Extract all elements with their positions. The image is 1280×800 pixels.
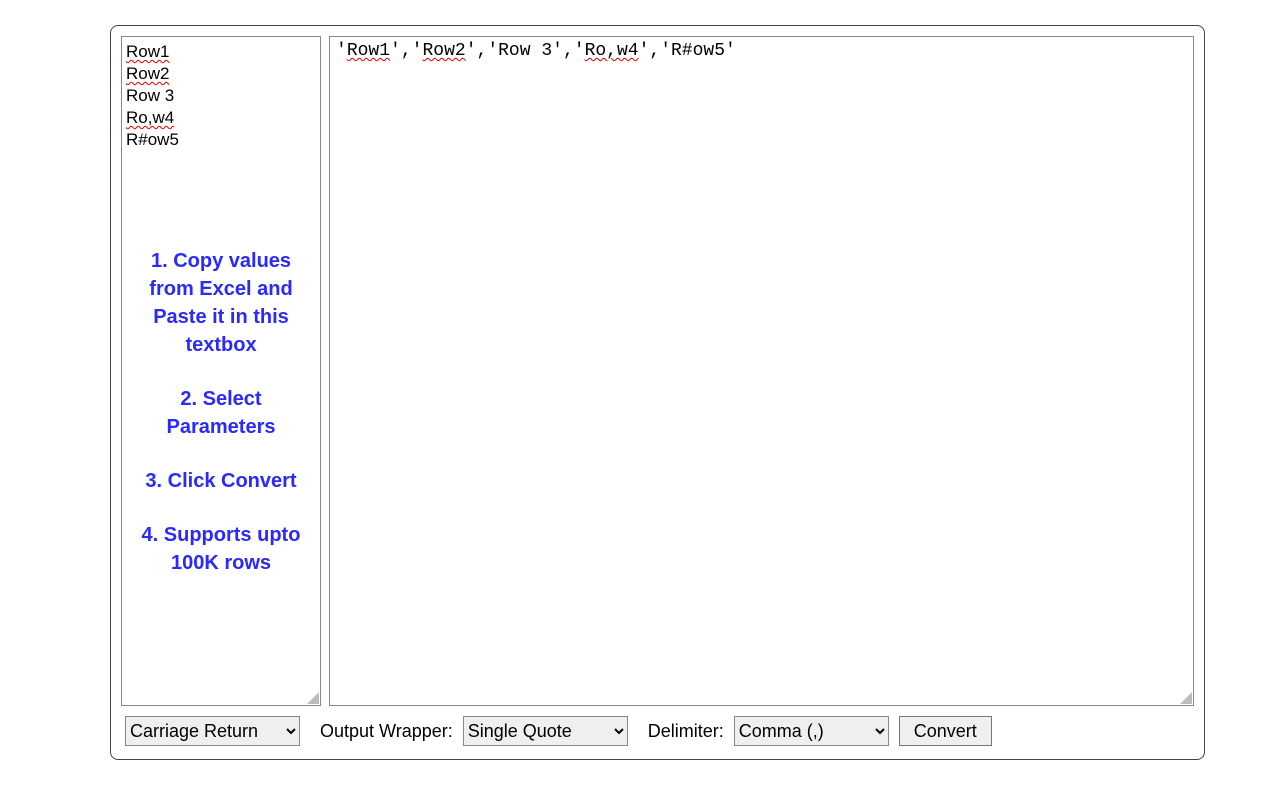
row-separator-select[interactable]: Carriage Return: [125, 716, 300, 746]
spellcheck-underline: Ro,w4: [585, 41, 639, 61]
delimiter-label: Delimiter:: [648, 721, 724, 742]
output-textbox[interactable]: 'Row1','Row2','Row 3','Ro,w4','R#ow5': [329, 36, 1194, 706]
output-wrapper-label: Output Wrapper:: [320, 721, 453, 742]
output-text: 'Row1','Row2','Row 3','Ro,w4','R#ow5': [336, 41, 736, 61]
panels-row: Row1Row2Row 3Ro,w4R#ow5 1. Copy values f…: [121, 36, 1194, 706]
input-line: Ro,w4: [126, 107, 316, 129]
spellcheck-underline: Row1: [347, 41, 390, 61]
spellcheck-underline: Ro,w4: [126, 108, 174, 127]
output-wrapper-select[interactable]: Single Quote: [463, 716, 628, 746]
converter-panel: Row1Row2Row 3Ro,w4R#ow5 1. Copy values f…: [110, 25, 1205, 760]
controls-bar: Carriage Return Output Wrapper: Single Q…: [121, 716, 1194, 746]
input-line: Row2: [126, 63, 316, 85]
instruction-step-4: 4. Supports upto 100K rows: [132, 521, 310, 577]
instruction-step-2: 2. Select Parameters: [132, 385, 310, 441]
input-line: Row 3: [126, 85, 316, 107]
input-line: Row1: [126, 41, 316, 63]
resize-grip-icon: [1178, 690, 1192, 704]
input-line: R#ow5: [126, 129, 316, 151]
delimiter-select[interactable]: Comma (,): [734, 716, 889, 746]
input-lines: Row1 Row2 Row 3Ro,w4 R#ow5: [126, 41, 316, 151]
spellcheck-underline: Row2: [126, 64, 169, 83]
instruction-step-3: 3. Click Convert: [132, 467, 310, 495]
input-textbox[interactable]: Row1 Row2 Row 3Ro,w4 R#ow5 1. Copy values f…: [121, 36, 321, 706]
instruction-step-1: 1. Copy values from Excel and Paste it i…: [132, 247, 310, 359]
resize-grip-icon: [305, 690, 319, 704]
convert-button[interactable]: Convert: [899, 716, 992, 746]
instructions: 1. Copy values from Excel and Paste it i…: [122, 247, 320, 603]
spellcheck-underline: Row1: [126, 42, 169, 61]
spellcheck-underline: Row2: [422, 41, 465, 61]
